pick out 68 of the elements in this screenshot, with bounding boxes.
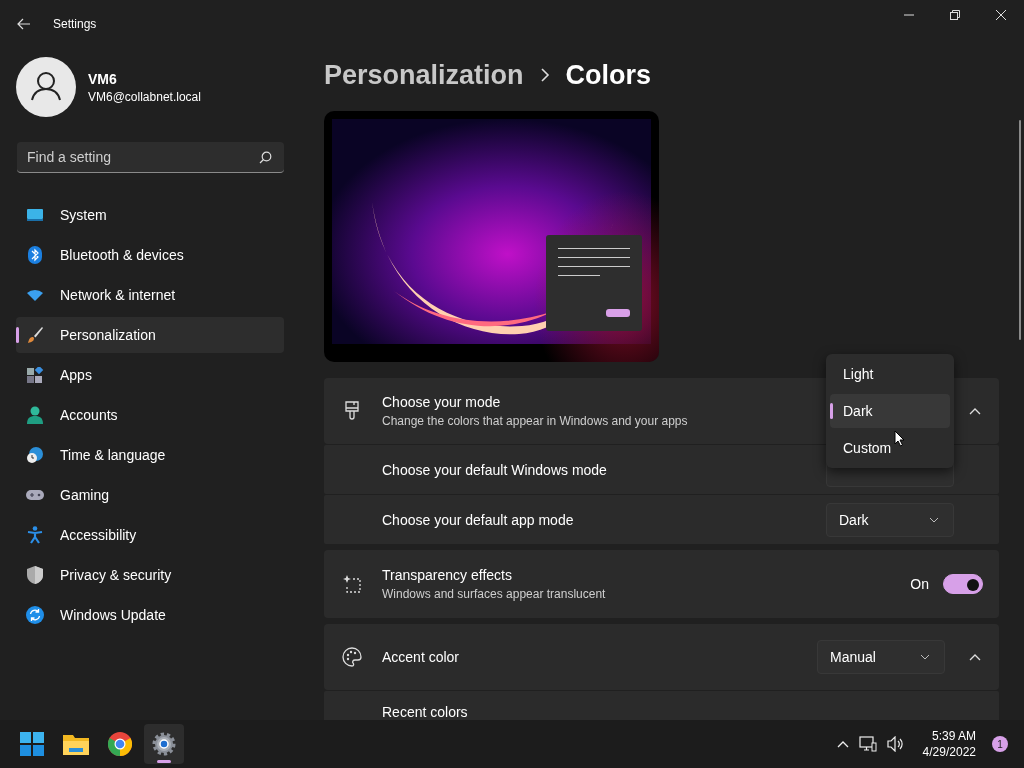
mouse-pointer-icon <box>894 430 905 447</box>
setting-title: Choose your default Windows mode <box>382 461 607 478</box>
setting-description: Windows and surfaces appear translucent <box>382 587 606 601</box>
setting-card[interactable]: Accent color Manual <box>324 624 999 690</box>
setting-title: Transparency effects <box>382 567 512 583</box>
nav-item[interactable]: Windows Update <box>16 597 284 633</box>
setting-title: Recent colors <box>382 704 468 720</box>
palette-icon <box>342 647 362 667</box>
taskbar-button[interactable] <box>144 724 184 764</box>
nav-item[interactable]: Accounts <box>16 397 284 433</box>
toggle-state: On <box>910 576 929 592</box>
chevron-up-icon[interactable] <box>836 740 849 748</box>
nav-item[interactable]: Apps <box>16 357 284 393</box>
dropdown[interactable]: Dark <box>826 502 954 537</box>
nav-item[interactable]: Personalization <box>16 317 284 353</box>
chevron-right-icon <box>539 68 550 82</box>
nav-item[interactable]: Network & internet <box>16 277 284 313</box>
nav-item[interactable]: Privacy & security <box>16 557 284 593</box>
nav-item[interactable]: Time & language <box>16 437 284 473</box>
gear-icon <box>152 732 176 756</box>
setting-title: Choose your mode <box>382 394 501 410</box>
nav-item[interactable]: Accessibility <box>16 517 284 553</box>
nav-item[interactable]: System <box>16 197 284 233</box>
close-icon[interactable] <box>996 10 1006 20</box>
bluetooth-icon <box>26 246 44 264</box>
volume-icon[interactable] <box>886 736 905 752</box>
setting-title: Choose your default app mode <box>382 511 574 528</box>
sparkle-frame-icon <box>342 574 362 594</box>
back-icon[interactable] <box>17 18 31 30</box>
apps-icon <box>26 367 44 383</box>
menu-item[interactable]: Dark <box>830 394 950 428</box>
clock[interactable]: 5:39 AM 4/29/2022 <box>922 729 976 759</box>
clock-globe-icon <box>26 446 44 464</box>
chevron-down-icon <box>929 516 939 523</box>
monitor-icon <box>26 207 44 223</box>
dropdown[interactable]: Manual <box>817 640 945 674</box>
paint-brush-icon <box>342 401 362 421</box>
browser-icon <box>108 732 132 756</box>
gamepad-icon <box>26 489 44 501</box>
update-icon <box>26 606 44 624</box>
scrollbar[interactable] <box>1019 120 1021 340</box>
nav-item[interactable]: Gaming <box>16 477 284 513</box>
search-icon <box>259 151 272 164</box>
breadcrumb-link[interactable]: Personalization <box>324 59 524 91</box>
windows-logo-icon <box>20 732 44 756</box>
network-icon[interactable] <box>858 736 877 752</box>
search-field[interactable]: Find a setting <box>17 142 284 173</box>
chevron-icon[interactable] <box>969 653 981 661</box>
folder-icon <box>63 733 89 755</box>
user-name: VM6 <box>88 70 118 87</box>
restore-icon[interactable] <box>950 10 960 20</box>
window-title: Settings <box>53 17 97 31</box>
toggle-switch[interactable] <box>943 574 983 594</box>
person-icon <box>26 406 44 424</box>
brush-icon <box>26 326 44 344</box>
setting-description: Change the colors that appear in Windows and your apps <box>382 414 688 428</box>
setting-card[interactable]: Transparency effects Windows and surfaces appear translucent On <box>324 550 999 618</box>
user-email: VM6@collabnet.local <box>88 89 201 104</box>
avatar-icon <box>16 57 76 117</box>
page-title: Colors <box>565 59 652 91</box>
setting-title: Accent color <box>382 649 460 665</box>
chevron-icon[interactable] <box>969 407 981 415</box>
notification-badge[interactable]: 1 <box>992 736 1008 752</box>
accessibility-icon <box>26 526 44 544</box>
shield-icon <box>26 566 44 584</box>
nav-item[interactable]: Bluetooth & devices <box>16 237 284 273</box>
chevron-down-icon <box>920 654 930 660</box>
wifi-icon <box>26 289 44 301</box>
